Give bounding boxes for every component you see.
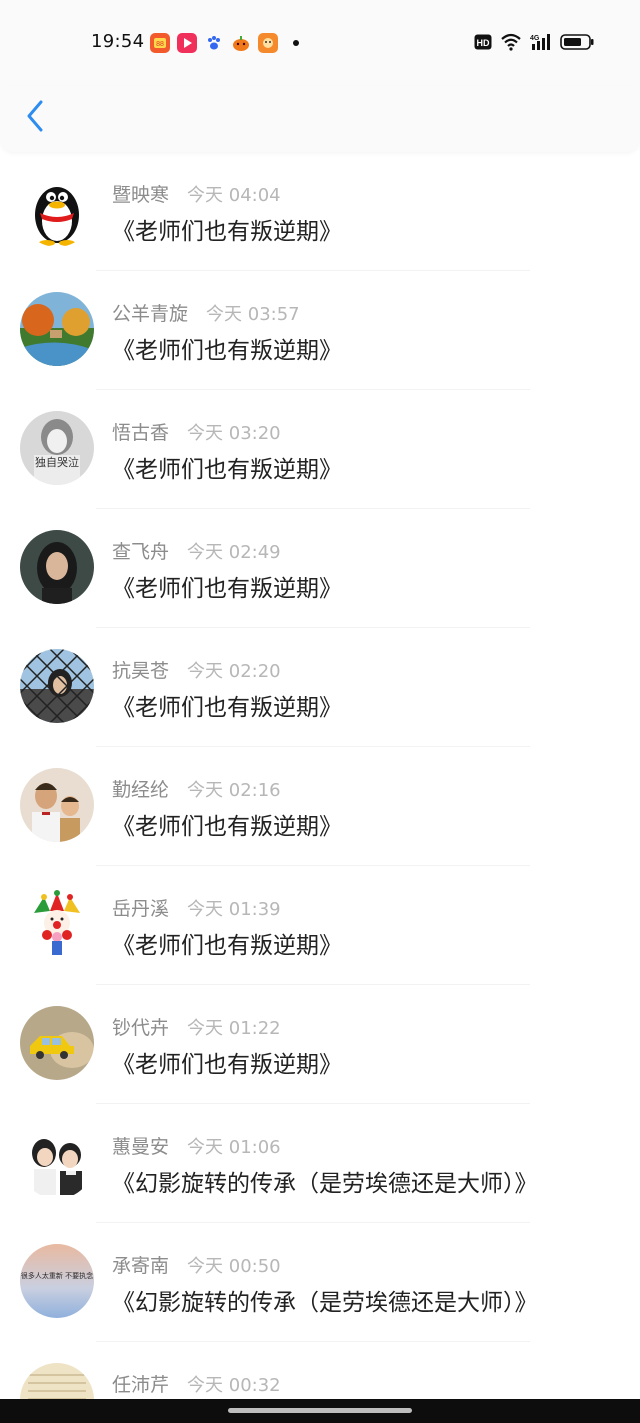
home-indicator[interactable] [228,1408,412,1413]
avatar[interactable] [20,649,94,723]
avatar[interactable]: 独自哭泣 [20,411,94,485]
user-name[interactable]: 蕙曼安 [112,1132,169,1159]
battery-icon [560,34,594,50]
signal-4g-icon: 4G [530,34,550,50]
timestamp: 今天 04:04 [187,185,281,206]
penguin-avatar-image [35,187,79,246]
timestamp: 今天 02:49 [187,542,281,563]
paw-app-icon [204,33,224,53]
text-sky-avatar-image: 很多人太重新 不要执念 [20,1244,94,1318]
svg-text:独自哭泣: 独自哭泣 [35,455,79,469]
user-name[interactable]: 任沛芹 [112,1370,169,1397]
hd-icon: HD [474,34,492,50]
yellow-car-avatar-image [20,1006,94,1080]
content-title[interactable]: 《老师们也有叛逆期》 [112,1045,342,1079]
content-title[interactable]: 《老师们也有叛逆期》 [112,926,342,960]
content-title[interactable]: 《老师们也有叛逆期》 [112,569,342,603]
list-item[interactable]: 蕙曼安 今天 01:06 《幻影旋转的传承（是劳埃德还是大师）》 [0,1104,640,1223]
list-item[interactable]: 岳丹溪 今天 01:39 《老师们也有叛逆期》 [0,866,640,985]
wifi-icon [501,33,521,51]
timestamp: 今天 00:50 [187,1256,281,1277]
content-title[interactable]: 《老师们也有叛逆期》 [112,450,342,484]
list-item[interactable]: 钞代卉 今天 01:22 《老师们也有叛逆期》 [0,985,640,1104]
svg-text:4G: 4G [530,35,540,42]
timestamp: 今天 01:22 [187,1018,281,1039]
avatar[interactable] [20,1006,94,1080]
avatar[interactable] [20,530,94,604]
landscape-avatar-image [20,292,94,366]
back-button[interactable] [20,98,50,134]
chevron-left-icon [27,100,43,132]
content-title[interactable]: 《老师们也有叛逆期》 [112,212,342,246]
user-name[interactable]: 公羊青旋 [112,299,188,326]
pumpkin-app-icon [231,33,251,53]
timestamp: 今天 01:39 [187,899,281,920]
user-name[interactable]: 查飞舟 [112,537,169,564]
children-avatar-image [20,1125,94,1199]
user-name[interactable]: 抗昊苍 [112,656,169,683]
list-item[interactable]: 独自哭泣 悟古香 今天 03:20 《老师们也有叛逆期》 [0,390,640,509]
avatar[interactable] [20,292,94,366]
dark-portrait-avatar-image [20,530,94,604]
avatar[interactable] [20,1363,94,1399]
content-title[interactable]: 《老师们也有叛逆期》 [112,807,342,841]
comment-list[interactable]: 暨映寒 今天 04:04 《老师们也有叛逆期》 公羊青旋 今天 03:57 《老… [0,152,640,1399]
system-icons: HD 4G [474,33,594,51]
user-name[interactable]: 暨映寒 [112,180,169,207]
content-title[interactable]: 《老师们也有叛逆期》 [112,331,342,365]
avatar[interactable] [20,1125,94,1199]
list-item[interactable]: 查飞舟 今天 02:49 《老师们也有叛逆期》 [0,509,640,628]
shopping-app-icon: 88 [150,33,170,53]
list-item[interactable]: 抗昊苍 今天 02:20 《老师们也有叛逆期》 [0,628,640,747]
list-item[interactable]: 暨映寒 今天 04:04 《老师们也有叛逆期》 [0,152,640,271]
content-title[interactable]: 《老师们也有叛逆期》 [112,688,342,722]
game-app-icon [258,33,278,53]
user-name[interactable]: 悟古香 [112,418,169,445]
list-item[interactable]: 勤经纶 今天 02:16 《老师们也有叛逆期》 [0,747,640,866]
list-item[interactable]: 公羊青旋 今天 03:57 《老师们也有叛逆期》 [0,271,640,390]
user-name[interactable]: 承寄南 [112,1251,169,1278]
system-navigation-bar [0,1399,640,1423]
fence-avatar-image [20,649,94,723]
status-time: 19:54 [91,31,145,52]
gray-girl-avatar-image: 独自哭泣 [20,411,94,485]
user-name[interactable]: 岳丹溪 [112,894,169,921]
timestamp: 今天 01:06 [187,1137,281,1158]
user-name[interactable]: 钞代卉 [112,1013,169,1040]
user-name[interactable]: 勤经纶 [112,775,169,802]
avatar[interactable] [20,887,94,961]
timestamp: 今天 03:20 [187,423,281,444]
svg-text:HD: HD [477,38,490,48]
notification-icons: 88 [150,33,299,53]
clown-avatar-image [34,890,80,955]
timestamp: 今天 03:57 [206,304,300,325]
svg-text:很多人太重新 不要执念: 很多人太重新 不要执念 [21,1271,93,1280]
list-item[interactable]: 很多人太重新 不要执念 承寄南 今天 00:50 《幻影旋转的传承（是劳埃德还是… [0,1223,640,1342]
timestamp: 今天 00:32 [187,1375,281,1396]
list-item[interactable]: 任沛芹 今天 00:32 [0,1342,640,1399]
svg-text:88: 88 [156,41,164,48]
video-app-icon [177,33,197,53]
paper-avatar-image [20,1363,94,1399]
avatar[interactable] [20,173,94,247]
content-title[interactable]: 《幻影旋转的传承（是劳埃德还是大师）》 [112,1283,538,1317]
family-avatar-image [20,768,94,842]
content-title[interactable]: 《幻影旋转的传承（是劳埃德还是大师）》 [112,1164,538,1198]
status-bar: 19:54 88 HD 4G [0,0,640,86]
top-app-bar [0,86,640,152]
avatar[interactable] [20,768,94,842]
more-notifications-dot [293,40,299,46]
timestamp: 今天 02:20 [187,661,281,682]
timestamp: 今天 02:16 [187,780,281,801]
avatar[interactable]: 很多人太重新 不要执念 [20,1244,94,1318]
